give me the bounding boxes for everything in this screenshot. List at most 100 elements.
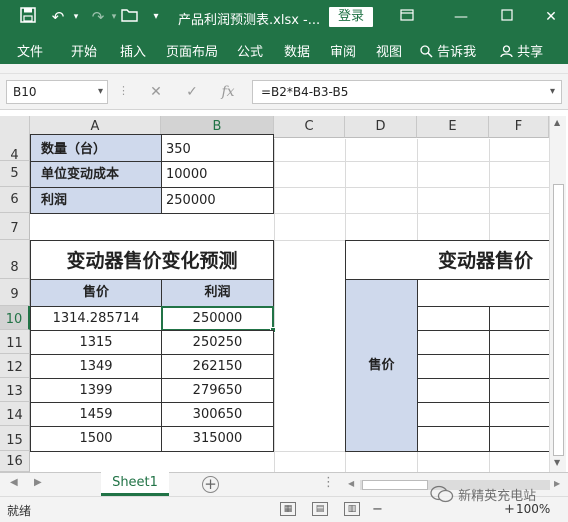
close-icon[interactable]: ✕ (540, 6, 562, 28)
table-cell-price[interactable]: 1459 (30, 402, 162, 427)
next-sheet-icon[interactable]: ▶ (34, 477, 42, 488)
row-header-8[interactable]: 8 (0, 240, 30, 279)
table2-side-label[interactable]: 售价 (345, 279, 418, 452)
maximize-icon[interactable] (496, 6, 518, 28)
normal-view-icon[interactable]: ▦ (280, 502, 296, 516)
table-header-price[interactable]: 售价 (30, 279, 162, 307)
table2-cell[interactable] (417, 426, 490, 452)
row-header-6[interactable]: 6 (0, 187, 30, 213)
scroll-up-icon[interactable]: ▲ (554, 118, 560, 127)
row-header-12[interactable]: 12 (0, 354, 30, 378)
scroll-right-icon[interactable]: ▶ (554, 479, 560, 488)
person-icon (500, 45, 513, 58)
prev-sheet-icon[interactable]: ◀ (10, 477, 18, 488)
tab-view[interactable]: 视图 (376, 41, 402, 60)
row-header-4[interactable]: 4 (0, 134, 30, 163)
input-value-quantity[interactable]: 350 (161, 134, 274, 162)
table2-cell[interactable] (417, 330, 490, 355)
tell-me-search[interactable]: 告诉我 (420, 41, 476, 60)
cancel-icon[interactable]: ✕ (144, 80, 168, 104)
vertical-scrollbar[interactable]: ▲ ▼ (549, 116, 566, 472)
page-break-view-icon[interactable]: ▥ (344, 502, 360, 516)
column-header-c[interactable]: C (274, 116, 345, 138)
active-cell-profit[interactable]: 250000 (161, 306, 274, 331)
row-header-13[interactable]: 13 (0, 378, 30, 402)
tab-review[interactable]: 审阅 (330, 41, 356, 60)
input-label-profit[interactable]: 利润 (30, 187, 162, 214)
sheet-tab-sheet1[interactable]: Sheet1 (101, 472, 169, 496)
table-cell-profit[interactable]: 315000 (161, 426, 274, 452)
scroll-down-icon[interactable]: ▼ (554, 458, 560, 467)
table2-cell[interactable] (417, 279, 565, 307)
row-header-11[interactable]: 11 (0, 330, 30, 354)
splitter-icon[interactable]: ⋮ (118, 84, 129, 97)
enter-icon[interactable]: ✓ (180, 80, 204, 104)
table-cell-profit[interactable]: 279650 (161, 378, 274, 403)
lightbulb-icon (420, 45, 433, 58)
tab-insert[interactable]: 插入 (120, 41, 146, 60)
expand-formula-icon[interactable]: ▾ (550, 81, 555, 103)
row-header-10[interactable]: 10 (0, 306, 30, 330)
chevron-down-icon[interactable]: ▾ (98, 81, 103, 103)
login-button[interactable]: 登录 (329, 7, 373, 27)
table2-title[interactable]: 变动器售价 (345, 240, 565, 280)
add-sheet-icon[interactable]: + (202, 476, 219, 493)
row-header-7[interactable]: 7 (0, 213, 30, 240)
table-cell-profit[interactable]: 262150 (161, 354, 274, 379)
status-text: 就绪 (7, 504, 32, 518)
table-header-profit[interactable]: 利润 (161, 279, 274, 307)
scroll-left-icon[interactable]: ◀ (348, 479, 354, 488)
table2-cell[interactable] (417, 378, 490, 403)
page-layout-view-icon[interactable]: ▤ (312, 502, 328, 516)
insert-function-icon[interactable]: fx (216, 80, 240, 104)
table-cell-price[interactable]: 1500 (30, 426, 162, 452)
table-cell-price[interactable]: 1399 (30, 378, 162, 403)
formula-text: =B2*B4-B3-B5 (261, 85, 349, 99)
row-header-16[interactable]: 16 (0, 451, 30, 472)
table2-cell[interactable] (417, 402, 490, 427)
watermark: 新精英充电站 (430, 484, 536, 510)
table2-cell[interactable] (417, 306, 490, 331)
input-value-profit[interactable]: 250000 (161, 187, 274, 214)
column-header-d[interactable]: D (345, 116, 417, 138)
ribbon-collapsed-strip (0, 64, 568, 74)
options-icon[interactable]: ⋮ (322, 475, 335, 490)
table-cell-profit[interactable]: 250250 (161, 330, 274, 355)
scrollbar-thumb[interactable] (553, 184, 564, 456)
input-value-unit-cost[interactable]: 10000 (161, 161, 274, 188)
share-button[interactable]: 共享 (500, 41, 543, 60)
watermark-text: 新精英充电站 (458, 489, 537, 504)
table-cell-price[interactable]: 1314.285714 (30, 306, 162, 331)
row-header-5[interactable]: 5 (0, 161, 30, 187)
table-cell-profit[interactable]: 300650 (161, 402, 274, 427)
name-box[interactable]: B10 ▾ (6, 80, 108, 104)
open-folder-icon[interactable] (120, 7, 140, 27)
share-label: 共享 (517, 45, 544, 60)
column-header-f[interactable]: F (489, 116, 549, 138)
undo-icon[interactable]: ↶ (48, 7, 68, 27)
scrollbar-thumb[interactable] (362, 480, 428, 490)
input-label-quantity[interactable]: 数量（台） (30, 134, 162, 162)
row-header-15[interactable]: 15 (0, 426, 30, 451)
table-title[interactable]: 变动器售价变化预测 (30, 240, 274, 280)
formula-input[interactable]: =B2*B4-B3-B5 ▾ (252, 80, 562, 104)
tab-formulas[interactable]: 公式 (237, 41, 263, 60)
undo-dropdown-icon[interactable]: ▾ (66, 7, 86, 27)
tab-home[interactable]: 开始 (71, 41, 97, 60)
table2-cell[interactable] (417, 354, 490, 379)
tab-data[interactable]: 数据 (284, 41, 310, 60)
worksheet-grid[interactable]: A B C D E F 4 5 6 7 8 9 10 11 12 13 14 1… (0, 110, 568, 472)
column-header-e[interactable]: E (417, 116, 489, 138)
save-icon[interactable] (18, 7, 38, 27)
table-cell-price[interactable]: 1349 (30, 354, 162, 379)
tab-file[interactable]: 文件 (17, 41, 43, 60)
tab-page-layout[interactable]: 页面布局 (166, 41, 218, 60)
row-header-9[interactable]: 9 (0, 279, 30, 306)
row-header-14[interactable]: 14 (0, 402, 30, 426)
zoom-out-icon[interactable]: − (372, 502, 383, 517)
customize-quick-access-icon[interactable]: ▾ (146, 7, 166, 27)
minimize-icon[interactable]: — (450, 6, 472, 28)
ribbon-display-icon[interactable] (396, 6, 418, 28)
input-label-unit-cost[interactable]: 单位变动成本 (30, 161, 162, 188)
table-cell-price[interactable]: 1315 (30, 330, 162, 355)
